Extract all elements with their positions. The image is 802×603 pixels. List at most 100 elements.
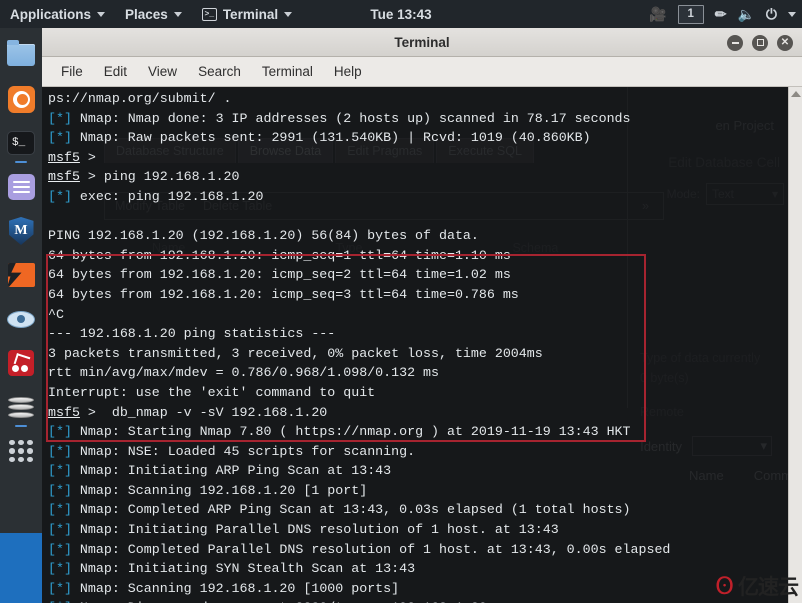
terminal-line: 3 packets transmitted, 3 received, 0% pa… — [48, 345, 543, 361]
dock-item-burpsuite[interactable] — [6, 260, 36, 290]
menu-terminal[interactable]: Terminal — [253, 61, 322, 82]
watermark-logo-icon: ʘ — [715, 572, 734, 600]
status-marker: [*] — [48, 443, 72, 459]
line-text: Nmap: Nmap done: 3 IP addresses (2 hosts… — [71, 110, 631, 126]
menu-search[interactable]: Search — [189, 61, 250, 82]
command-text: > — [79, 149, 104, 165]
minimize-button[interactable] — [727, 34, 743, 51]
terminal-line: Interrupt: use the 'exit' command to qui… — [48, 384, 376, 400]
menu-help[interactable]: Help — [325, 61, 371, 82]
workspace-indicator[interactable]: 1 — [677, 4, 704, 24]
close-button[interactable]: ✕ — [777, 34, 793, 51]
terminal-scrollbar[interactable] — [788, 87, 802, 603]
terminal-line: PING 192.168.1.20 (192.168.1.20) 56(84) … — [48, 228, 479, 244]
dock-item-text-editor[interactable] — [6, 172, 36, 202]
shell-prompt: msf5 — [48, 149, 80, 165]
line-text: Nmap: Completed Parallel DNS resolution … — [71, 541, 671, 557]
terminal-output-area[interactable]: ps://nmap.org/submit/ . [*] Nmap: Nmap do… — [42, 87, 802, 603]
line-text: Nmap: Initiating Parallel DNS resolution… — [71, 522, 559, 538]
terminal-line: [*] Nmap: Starting Nmap 7.80 ( https://n… — [48, 422, 802, 442]
folder-icon — [7, 40, 35, 66]
database-icon — [8, 394, 34, 420]
line-text: Nmap: Completed ARP Ping Scan at 13:43, … — [71, 502, 631, 518]
maximize-button[interactable] — [752, 34, 768, 51]
window-title: Terminal — [394, 34, 450, 50]
status-marker: [*] — [48, 424, 72, 440]
gnome-top-panel: Applications Places >_ Terminal Tue 13:4… — [0, 0, 802, 28]
dock-item-terminal[interactable]: $_ — [6, 128, 36, 158]
line-text: Nmap: Initiating ARP Ping Scan at 13:43 — [71, 463, 392, 479]
menu-edit[interactable]: Edit — [95, 61, 136, 82]
wireshark-eye-icon — [7, 310, 35, 328]
dock-item-show-applications[interactable] — [6, 436, 36, 466]
line-text: exec: ping 192.168.1.20 — [71, 188, 264, 204]
terminal-line: 64 bytes from 192.168.1.20: icmp_seq=3 t… — [48, 286, 519, 302]
terminal-line: 64 bytes from 192.168.1.20: icmp_seq=1 t… — [48, 247, 511, 263]
terminal-line: [*] Nmap: Scanning 192.168.1.20 [1 port] — [48, 481, 802, 501]
terminal-line: [*] Nmap: Completed Parallel DNS resolut… — [48, 540, 802, 560]
status-marker: [*] — [48, 580, 72, 596]
dock-item-sqlite-browser[interactable] — [6, 392, 36, 422]
menu-file[interactable]: File — [52, 61, 92, 82]
volume-icon[interactable]: 🔈 — [737, 7, 754, 21]
dock-active-highlight — [0, 533, 42, 603]
line-text: Nmap: Scanning 192.168.1.20 [1 port] — [71, 482, 368, 498]
terminal-line: [*] Nmap: Initiating SYN Stealth Scan at… — [48, 559, 802, 579]
terminal-line: msf5 > db_nmap -v -sV 192.168.1.20 — [48, 403, 802, 423]
terminal-line: [*] exec: ping 192.168.1.20 — [48, 187, 802, 207]
shell-prompt: msf5 — [48, 169, 80, 185]
scroll-up-arrow-icon[interactable] — [790, 91, 801, 97]
power-icon[interactable]: ⏻ — [766, 7, 777, 21]
dock-item-metasploit[interactable]: M — [6, 216, 36, 246]
status-marker: [*] — [48, 463, 72, 479]
terminal-line: [*] Nmap: Completed ARP Ping Scan at 13:… — [48, 500, 802, 520]
dock-item-files[interactable] — [6, 40, 36, 70]
terminal-line: [*] Nmap: NSE: Loaded 45 scripts for sca… — [48, 442, 802, 462]
screencast-icon[interactable]: 🎥 — [649, 7, 666, 21]
terminal-line: [*] Nmap: Scanning 192.168.1.20 [1000 po… — [48, 579, 802, 599]
line-text: Nmap: Raw packets sent: 2991 (131.540KB)… — [71, 130, 591, 146]
watermark-text: 亿速云 — [738, 576, 799, 599]
terminal-line: [*] Nmap: Initiating ARP Ping Scan at 13… — [48, 461, 802, 481]
command-text: > ping 192.168.1.20 — [79, 169, 240, 185]
status-marker: [*] — [48, 541, 72, 557]
application-dock: $_ M — [0, 28, 42, 603]
terminal-line: msf5 > ping 192.168.1.20 — [48, 167, 802, 187]
terminal-line: ^C — [48, 306, 64, 322]
dock-item-wireshark[interactable] — [6, 304, 36, 334]
status-marker: [*] — [48, 502, 72, 518]
window-titlebar: Terminal ✕ — [42, 28, 802, 57]
status-marker: [*] — [48, 522, 72, 538]
menu-view[interactable]: View — [139, 61, 186, 82]
window-controls: ✕ — [727, 28, 793, 57]
terminal-line: [*] Nmap: Nmap done: 3 IP addresses (2 h… — [48, 109, 802, 129]
terminal-line: [*] Nmap: Initiating Parallel DNS resolu… — [48, 520, 802, 540]
line-text: Nmap: Starting Nmap 7.80 ( https://nmap.… — [71, 424, 631, 440]
status-marker: [*] — [48, 110, 72, 126]
terminal-lines: ps://nmap.org/submit/ . [*] Nmap: Nmap do… — [48, 89, 802, 603]
status-marker: [*] — [48, 561, 72, 577]
status-marker: [*] — [48, 130, 72, 146]
metasploit-shield-icon: M — [8, 217, 34, 245]
terminal-line: [*] Nmap: Raw packets sent: 2991 (131.54… — [48, 128, 802, 148]
terminal-icon: $_ — [7, 131, 35, 155]
burpsuite-icon — [7, 263, 35, 287]
terminal-line: rtt min/avg/max/mdev = 0.786/0.968/1.098… — [48, 365, 439, 381]
status-marker: [*] — [48, 188, 72, 204]
chevron-down-icon[interactable] — [788, 11, 796, 17]
status-area: 🎥 1 ✏ 🔈 ⏻ — [649, 0, 796, 28]
terminal-line: 64 bytes from 192.168.1.20: icmp_seq=2 t… — [48, 267, 511, 283]
document-icon — [7, 174, 35, 200]
dock-item-firefox[interactable] — [6, 84, 36, 114]
status-marker: [*] — [48, 482, 72, 498]
line-text: Nmap: Scanning 192.168.1.20 [1000 ports] — [71, 580, 400, 596]
terminal-line: [*] Nmap: Discovered open port 3389/tcp … — [48, 598, 802, 603]
grid-icon — [9, 440, 33, 462]
menu-bar: File Edit View Search Terminal Help — [42, 57, 802, 87]
terminal-line: msf5 > — [48, 148, 802, 168]
dock-item-beef[interactable] — [6, 348, 36, 378]
firefox-icon — [7, 85, 35, 113]
terminal-line: ps://nmap.org/submit/ . — [48, 91, 232, 106]
vpn-icon[interactable]: ✏ — [715, 7, 727, 21]
